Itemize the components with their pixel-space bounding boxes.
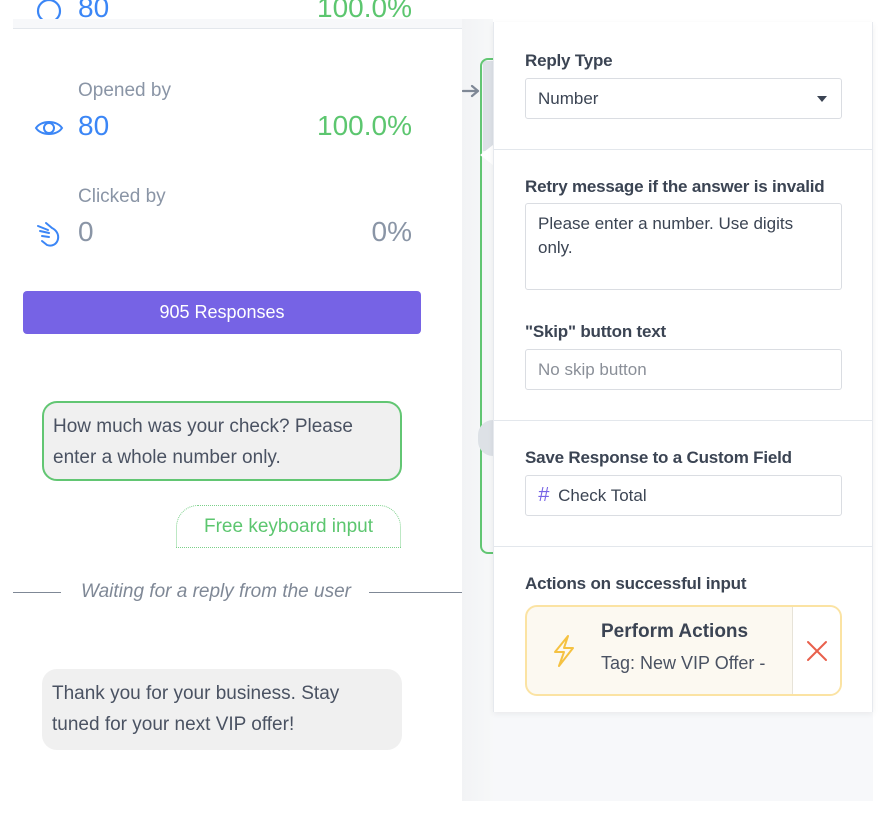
action-card-subtitle: Tag: New VIP Offer - [601,653,766,673]
stat-row-clicked: 0 0% [32,216,412,256]
divider-line [13,591,61,593]
retry-message-textarea[interactable]: Please enter a number. Use digits only. [538,212,829,281]
free-input-divider [176,547,401,548]
thanks-message-bubble[interactable]: Thank you for your business. Stay tuned … [42,669,402,750]
retry-message-label: Retry message if the answer is invalid [525,177,825,196]
divider-line [368,591,462,593]
custom-field-value: Check Total [558,485,647,505]
pointing-hand-icon [37,222,60,247]
preview-header-strip [13,19,462,29]
skip-button-placeholder: No skip button [538,359,647,379]
actions-label: Actions on successful input [525,574,747,593]
stat-row-opened: 80 100.0% [32,110,412,150]
reply-type-select[interactable]: Number [525,78,842,119]
reply-type-section: Reply Type Number [494,22,872,150]
free-keyboard-input-chip: Free keyboard input [176,505,401,548]
actions-section: Actions on successful input Perform Acti… [494,547,872,712]
reply-type-value: Number [538,88,599,108]
custom-field-label: Save Response to a Custom Field [525,448,792,467]
skip-button-label: "Skip" button text [525,322,666,341]
perform-actions-card[interactable]: Perform Actions Tag: New VIP Offer - [525,605,842,696]
clicked-count: 0 [78,216,94,247]
responses-button[interactable]: 905 Responses [23,291,421,334]
panel-background [493,712,873,801]
thanks-text: Thank you for your business. Stay tuned … [52,683,340,735]
retry-message-field[interactable]: Please enter a number. Use digits only. [525,203,842,290]
arrow-right-icon [462,84,480,98]
custom-field-select[interactable]: # Check Total [525,475,842,516]
waiting-text: Waiting for a reply from the user [81,581,351,602]
panel-pointer [480,145,493,165]
question-message-bubble[interactable]: How much was your check? Please enter a … [42,401,402,481]
question-text: How much was your check? Please enter a … [53,416,353,468]
clicked-percent: 0% [371,216,412,247]
lightning-icon [554,635,574,667]
opened-percent: 100.0% [317,110,412,141]
reply-settings-panel: Reply Type Number Retry message if the a… [493,22,873,712]
close-icon [806,640,827,661]
waiting-divider: Waiting for a reply from the user [13,578,462,606]
opened-label: Opened by [78,80,171,101]
remove-action-button[interactable] [792,607,840,694]
validation-section: Retry message if the answer is invalid P… [494,150,872,421]
action-card-title: Perform Actions [601,621,749,642]
skip-button-input[interactable]: No skip button [525,349,842,390]
eye-icon [34,121,64,135]
free-input-label: Free keyboard input [204,516,373,537]
custom-field-section: Save Response to a Custom Field # Check … [494,421,872,547]
hash-icon: # [538,484,550,506]
chevron-down-icon [817,96,827,102]
clicked-label: Clicked by [78,186,166,207]
reply-type-label: Reply Type [525,51,613,70]
message-preview-pane: 80 100.0% Opened by 80 100.0% Clicked by… [0,0,462,828]
opened-count: 80 [78,110,110,141]
